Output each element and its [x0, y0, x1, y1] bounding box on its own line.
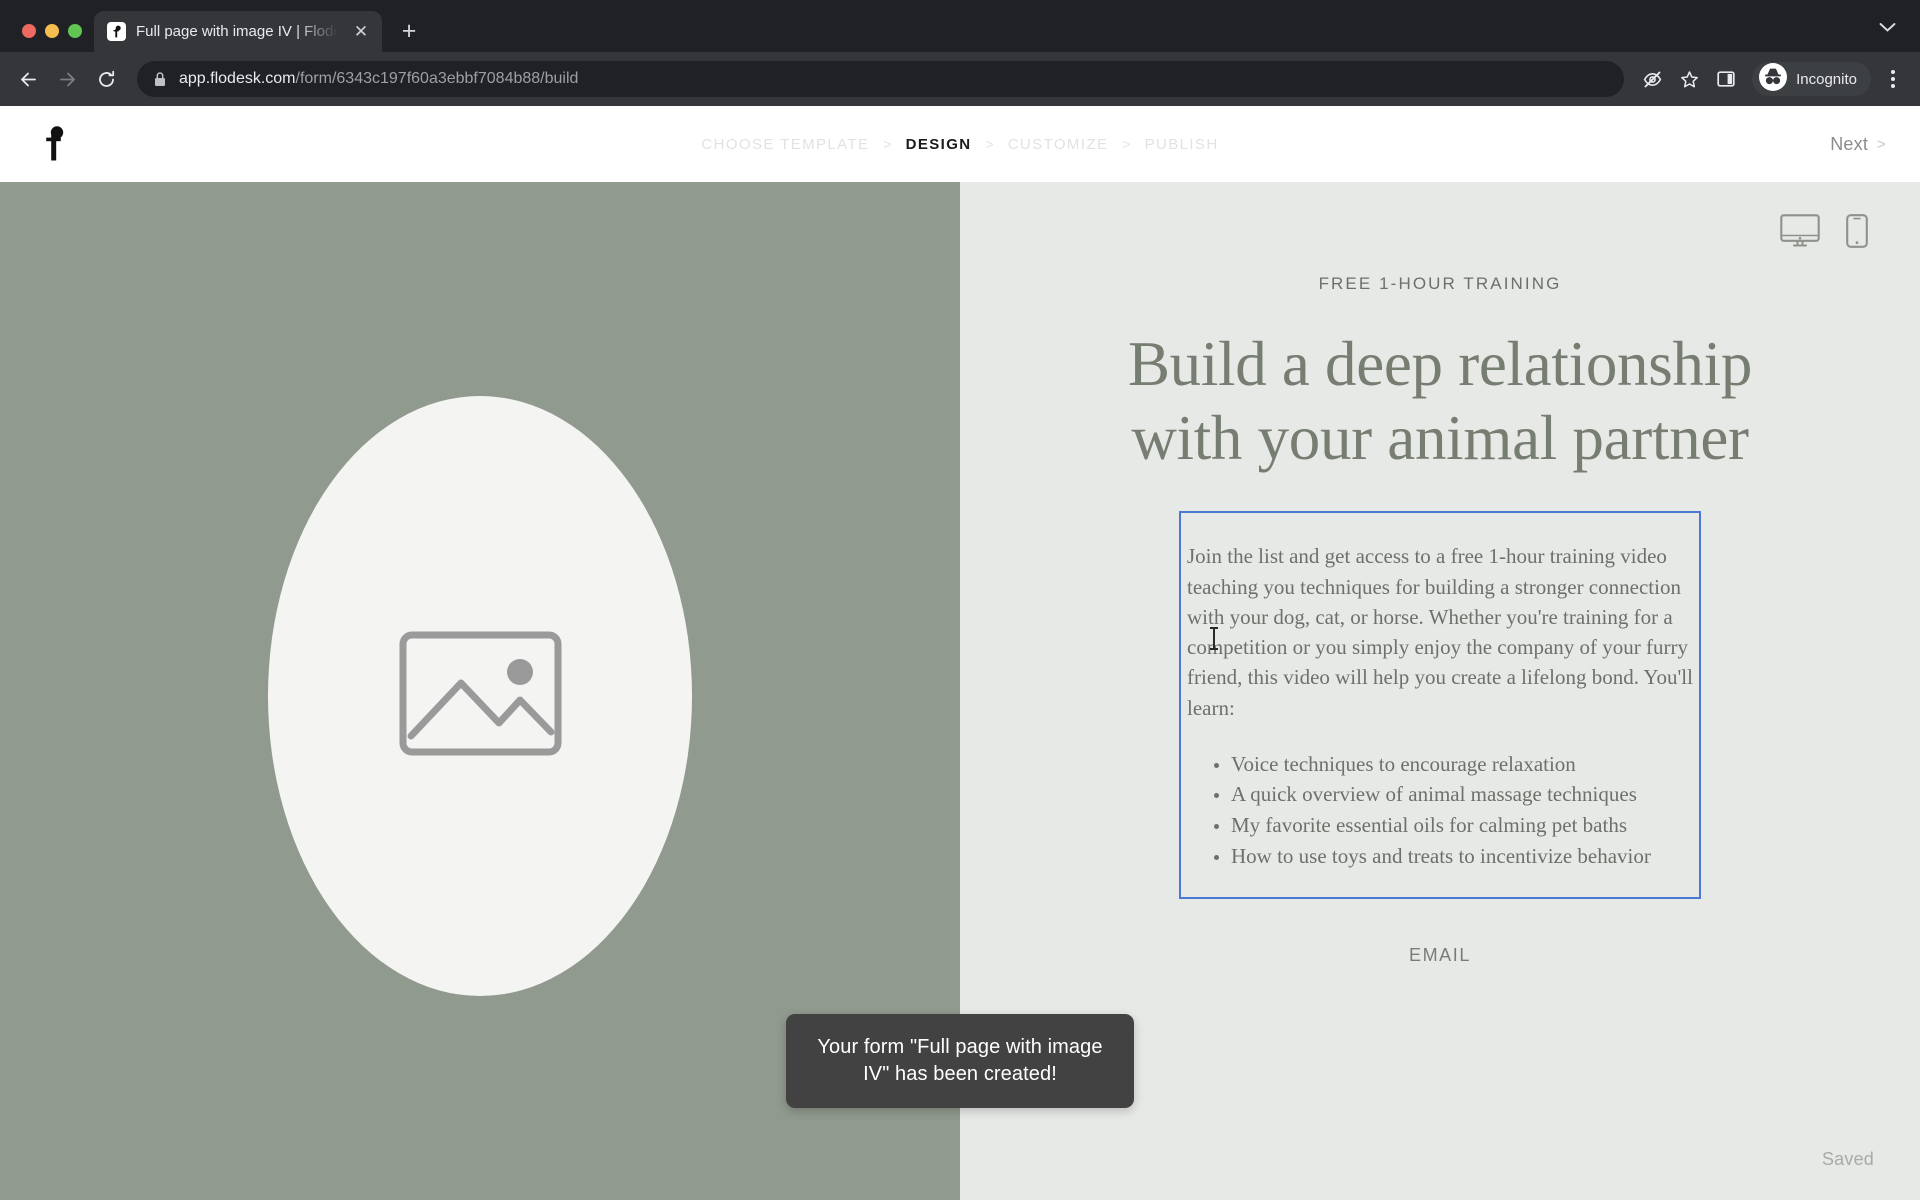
address-bar-host: app.flodesk.com [179, 70, 296, 87]
mobile-phone-icon[interactable] [1846, 214, 1868, 253]
form-body-text-block-selected[interactable]: Join the list and get access to a free 1… [1179, 511, 1701, 900]
list-item[interactable]: A quick overview of animal massage techn… [1231, 779, 1695, 810]
toast-notification: Your form "Full page with image IV" has … [786, 1014, 1134, 1108]
step-separator: > [1122, 136, 1131, 152]
eye-slash-icon[interactable] [1635, 62, 1669, 96]
profile-label: Incognito [1796, 70, 1857, 88]
step-design[interactable]: DESIGN [906, 136, 972, 153]
step-separator: > [883, 136, 892, 152]
list-item[interactable]: My favorite essential oils for calming p… [1231, 810, 1695, 841]
step-choose-template[interactable]: CHOOSE TEMPLATE [701, 136, 869, 153]
app-header: CHOOSE TEMPLATE > DESIGN > CUSTOMIZE > P… [0, 106, 1920, 182]
lock-icon [153, 71, 167, 87]
browser-tab[interactable]: Full page with image IV | Flodesk ✕ [94, 11, 382, 52]
list-item[interactable]: Voice techniques to encourage relaxation [1231, 749, 1695, 780]
desktop-monitor-icon[interactable] [1780, 214, 1820, 253]
address-bar-path: /form/6343c197f60a3ebbf7084b88/build [295, 70, 579, 87]
image-placeholder-icon [399, 631, 562, 761]
form-eyebrow-text[interactable]: FREE 1-HOUR TRAINING [1319, 274, 1562, 294]
star-icon[interactable] [1672, 62, 1706, 96]
incognito-icon [1758, 62, 1788, 97]
step-publish[interactable]: PUBLISH [1145, 136, 1219, 153]
minimize-window-button[interactable] [45, 24, 59, 38]
form-preview-canvas: FREE 1-HOUR TRAINING Build a deep relati… [0, 182, 1920, 1200]
side-panel-icon[interactable] [1709, 62, 1743, 96]
browser-toolbar: app.flodesk.com/form/6343c197f60a3ebbf70… [0, 52, 1920, 106]
list-item[interactable]: How to use toys and treats to incentiviz… [1231, 841, 1695, 872]
email-field-label[interactable]: EMAIL [1409, 945, 1471, 966]
flodesk-f-icon [107, 22, 126, 41]
flodesk-app: CHOOSE TEMPLATE > DESIGN > CUSTOMIZE > P… [0, 106, 1920, 1200]
browser-window: Full page with image IV | Flodesk ✕ + ap… [0, 0, 1920, 1200]
form-headline[interactable]: Build a deep relationship with your anim… [1120, 328, 1760, 475]
form-body-bullet-list[interactable]: Voice techniques to encourage relaxation… [1185, 749, 1695, 872]
plus-icon[interactable]: + [392, 14, 426, 48]
step-customize[interactable]: CUSTOMIZE [1008, 136, 1109, 153]
back-arrow-icon[interactable] [10, 61, 46, 97]
close-window-button[interactable] [22, 24, 36, 38]
breadcrumb: CHOOSE TEMPLATE > DESIGN > CUSTOMIZE > P… [0, 136, 1920, 153]
forward-arrow-icon [49, 61, 85, 97]
address-bar-url: app.flodesk.com/form/6343c197f60a3ebbf70… [179, 70, 578, 88]
address-bar[interactable]: app.flodesk.com/form/6343c197f60a3ebbf70… [137, 61, 1625, 97]
step-separator: > [985, 136, 994, 152]
device-preview-toggle [1780, 214, 1868, 253]
maximize-window-button[interactable] [68, 24, 82, 38]
window-controls [14, 24, 94, 52]
image-shape-mask[interactable] [268, 396, 692, 996]
profile-chip[interactable]: Incognito [1752, 62, 1871, 96]
reload-icon[interactable] [88, 61, 124, 97]
browser-tab-strip: Full page with image IV | Flodesk ✕ + [0, 0, 1920, 52]
browser-tab-title: Full page with image IV | Flodesk [136, 23, 340, 40]
chevron-down-icon[interactable] [1879, 21, 1910, 52]
kebab-menu-icon[interactable] [1878, 62, 1908, 96]
save-status: Saved [1821, 1149, 1874, 1169]
form-body-paragraph[interactable]: Join the list and get access to a free 1… [1185, 541, 1695, 722]
close-icon[interactable]: ✕ [350, 21, 372, 43]
